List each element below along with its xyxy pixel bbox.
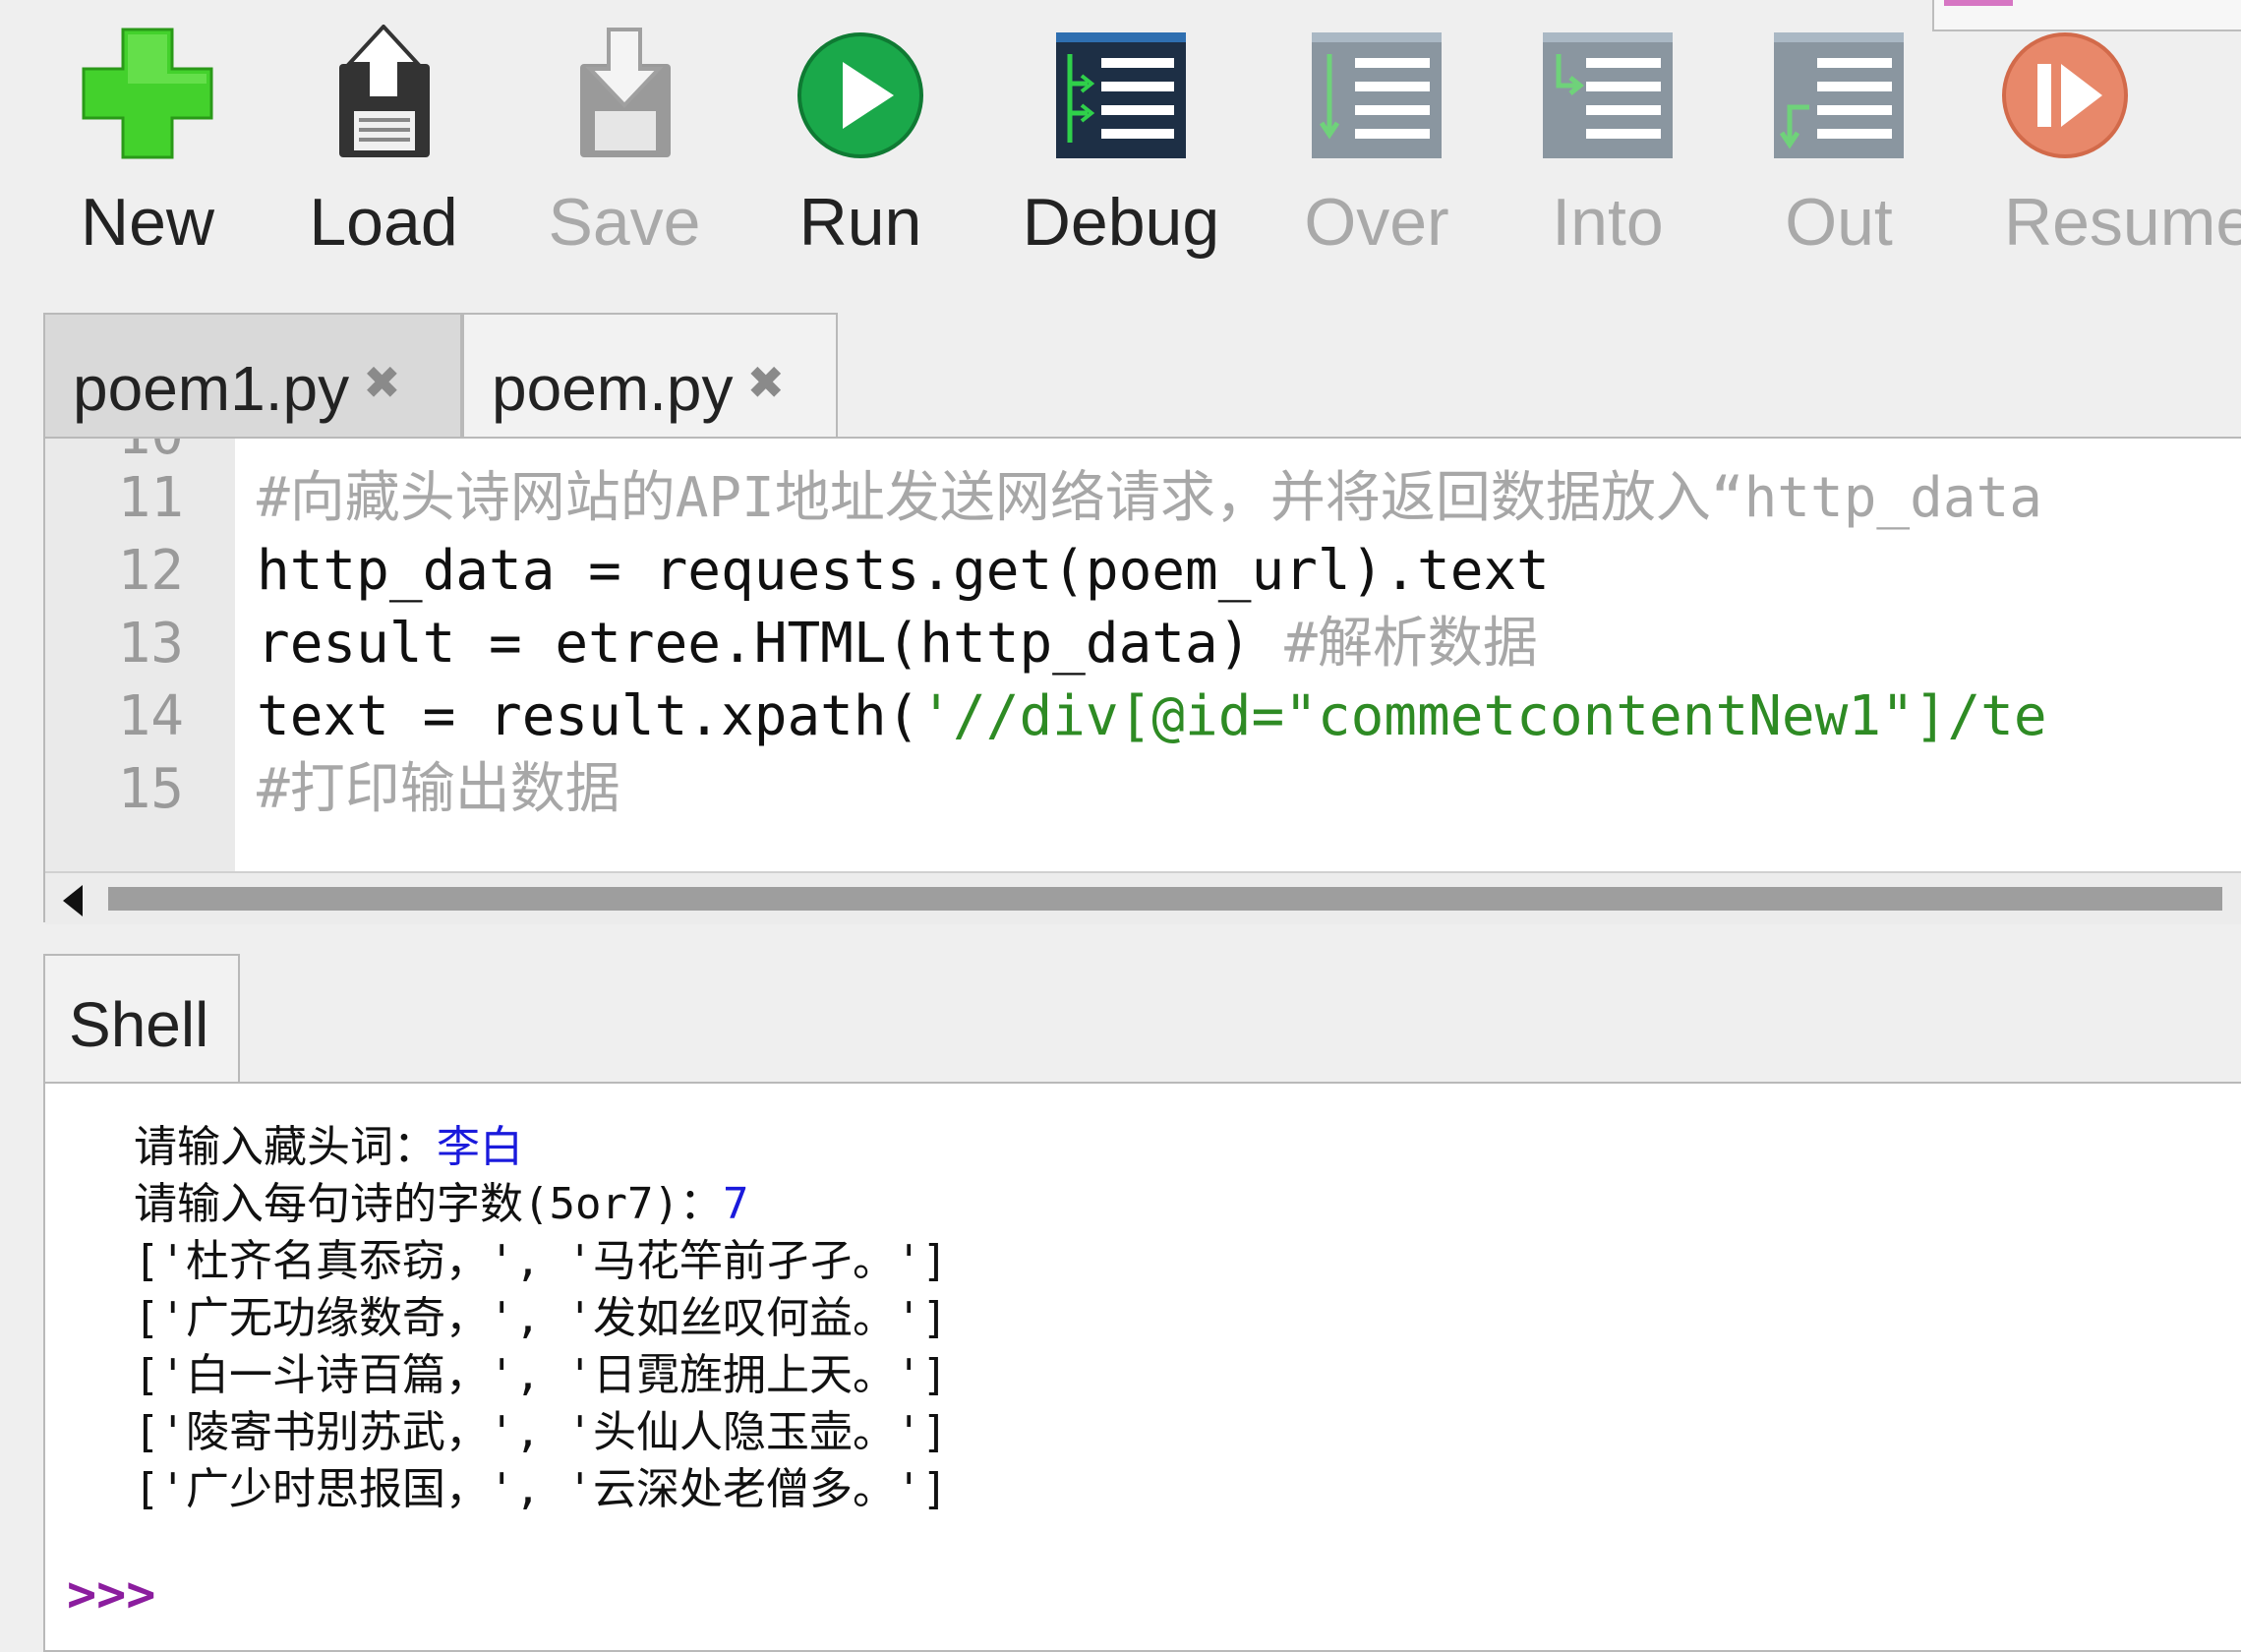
shell-console[interactable]: 请输入藏头词：李白 请输入每句诗的字数(5or7)：7 ['杜齐名真忝窃，', … <box>43 1082 2241 1652</box>
save-label: Save <box>548 185 701 260</box>
resume-button[interactable]: Resume <box>1986 15 2241 261</box>
code-editor[interactable]: 10 11 12 13 14 15 #向藏头诗网站的API地址发送网络请求，并将… <box>43 437 2241 924</box>
shell-line: 请输入藏头词：李白 <box>134 1119 523 1176</box>
code-comment: #解析数据 <box>1284 612 1538 676</box>
shell-output-line: ['广无功缘数奇，', '发如丝叹何益。'] <box>134 1293 948 1343</box>
new-button[interactable]: New <box>49 15 246 261</box>
step-over-label: Over <box>1304 185 1449 260</box>
code-line-comment: #打印输出数据 <box>257 757 620 821</box>
shell-prompt-text: 请输入每句诗的字数(5or7)： <box>134 1179 723 1229</box>
editor-tab-bar: poem1.py ✖ poem.py ✖ <box>43 313 2241 441</box>
code-line: text = result.xpath('//div[@id="commetco… <box>257 680 2047 753</box>
code-string: '//div[@id="commetcontentNew1"]/te <box>919 684 2047 748</box>
code-line: result = etree.HTML(http_data) #解析数据 <box>257 608 1538 680</box>
scroll-left-arrow-icon[interactable] <box>63 885 83 916</box>
close-icon[interactable]: ✖ <box>363 357 401 408</box>
step-over-icon <box>1312 32 1442 158</box>
shell-prompt-text: 请输入藏头词： <box>134 1122 437 1172</box>
step-out-button[interactable]: Out <box>1740 15 1937 261</box>
shell-user-input: 李白 <box>437 1122 523 1172</box>
shell-output-line: ['陵寄书别苏武，', '头仙人隐玉壶。'] <box>134 1407 948 1457</box>
line-number: 15 <box>117 757 184 821</box>
play-icon <box>797 32 923 158</box>
floppy-down-icon <box>580 28 671 157</box>
load-label: Load <box>309 185 458 260</box>
close-icon[interactable]: ✖ <box>746 357 785 408</box>
tab-poem1-py[interactable]: poem1.py ✖ <box>43 313 462 437</box>
save-button[interactable]: Save <box>526 15 723 261</box>
shell-output-line: ['杜齐名真忝窃，', '马花竿前孑孑。'] <box>134 1236 948 1286</box>
floppy-up-icon <box>339 25 430 157</box>
horizontal-scrollbar[interactable] <box>45 871 2241 924</box>
window-corner-widget <box>1932 0 2241 31</box>
line-number: 14 <box>117 684 184 748</box>
scrollbar-thumb[interactable] <box>108 887 2222 911</box>
tab-shell[interactable]: Shell <box>43 954 240 1084</box>
line-number: 11 <box>117 466 184 530</box>
step-out-icon <box>1774 32 1904 158</box>
code-text: text = result.xpath( <box>257 684 920 748</box>
line-number: 13 <box>117 612 184 676</box>
code-line: http_data = requests.get(poem_url).text <box>257 539 1550 603</box>
shell-line: 请输入每句诗的字数(5or7)：7 <box>134 1176 748 1233</box>
run-label: Run <box>798 185 922 260</box>
shell-output-line: ['白一斗诗百篇，', '日霓旌拥上天。'] <box>134 1350 948 1400</box>
code-text: result = etree.HTML(http_data) <box>257 612 1285 676</box>
resume-icon <box>2002 32 2128 158</box>
debug-button[interactable]: Debug <box>1013 15 1229 261</box>
tab-label: poem1.py <box>73 353 350 424</box>
shell-user-input: 7 <box>722 1179 749 1229</box>
step-over-button[interactable]: Over <box>1278 15 1475 261</box>
debug-list-icon <box>1056 32 1186 158</box>
debug-label: Debug <box>1022 185 1220 260</box>
resume-label: Resume <box>2004 185 2241 260</box>
load-button[interactable]: Load <box>285 15 482 261</box>
plus-icon <box>82 28 213 159</box>
shell-tab-label: Shell <box>69 989 209 1060</box>
tab-label: poem.py <box>492 353 734 424</box>
shell-output-line: ['广少时思报国，', '云深处老僧多。'] <box>134 1464 948 1514</box>
toolbar: New Load Save Run Debug Over Into Out Re… <box>0 0 2241 285</box>
tab-poem-py[interactable]: poem.py ✖ <box>462 313 838 441</box>
step-into-button[interactable]: Into <box>1509 15 1706 261</box>
step-into-label: Into <box>1552 185 1664 260</box>
line-number: 12 <box>117 539 184 603</box>
step-out-label: Out <box>1785 185 1893 260</box>
new-label: New <box>80 185 215 260</box>
code-line-comment: #向藏头诗网站的API地址发送网络请求，并将返回数据放入“http_data <box>257 466 2043 530</box>
run-button[interactable]: Run <box>762 15 959 261</box>
line-number-gutter: 10 11 12 13 14 15 <box>45 439 235 871</box>
shell-prompt-symbol: >>> <box>67 1565 156 1622</box>
step-into-icon <box>1543 32 1673 158</box>
code-area[interactable]: #向藏头诗网站的API地址发送网络请求，并将返回数据放入“http_data h… <box>257 439 2241 871</box>
